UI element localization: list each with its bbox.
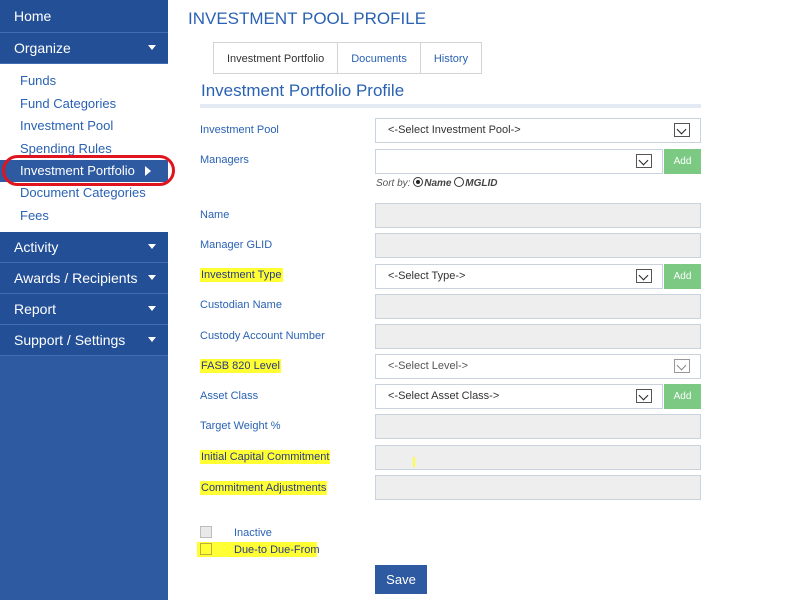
text-cursor-mark xyxy=(413,457,415,467)
commitment-adjustments-label: Commitment Adjustments xyxy=(200,481,328,495)
manager-glid-label: Manager GLID xyxy=(200,239,273,251)
save-button[interactable]: Save xyxy=(375,565,427,594)
sidebar-item-investment-pool[interactable]: Investment Pool xyxy=(0,115,168,138)
investment-pool-select[interactable]: <-Select Investment Pool-> xyxy=(375,118,701,143)
tab-bar: Investment Portfolio Documents History xyxy=(213,42,483,74)
add-manager-button[interactable]: Add xyxy=(664,149,701,174)
caret-down-icon xyxy=(148,244,156,249)
nav-awards-label: Awards / Recipients xyxy=(14,270,138,286)
nav-support[interactable]: Support / Settings xyxy=(0,325,168,356)
sidebar-item-funds[interactable]: Funds xyxy=(0,70,168,93)
sort-by-label: Sort by: xyxy=(376,178,411,189)
custodian-name-field[interactable] xyxy=(375,294,701,319)
sort-name-radio[interactable] xyxy=(413,177,424,187)
initial-capital-commitment-field[interactable] xyxy=(375,445,701,470)
sidebar-item-fund-categories[interactable]: Fund Categories xyxy=(0,93,168,116)
nav-activity[interactable]: Activity xyxy=(0,232,168,263)
investment-type-select[interactable]: <-Select Type-> xyxy=(375,264,663,289)
chevron-down-icon xyxy=(674,123,690,137)
section-title: Investment Portfolio Profile xyxy=(201,81,405,100)
nav-organize[interactable]: Organize xyxy=(0,33,168,64)
section-divider xyxy=(200,104,701,108)
organize-submenu: Funds Fund Categories Investment Pool Sp… xyxy=(0,64,168,232)
due-to-due-from-checkbox[interactable] xyxy=(200,543,212,555)
sort-by: Sort by: Name MGLID xyxy=(376,177,498,189)
caret-right-icon xyxy=(145,166,151,176)
fasb-level-value: <-Select Level-> xyxy=(388,360,469,372)
sidebar-item-fees[interactable]: Fees xyxy=(0,205,168,228)
chevron-down-icon xyxy=(636,154,652,168)
custodian-name-label: Custodian Name xyxy=(200,299,282,311)
name-label: Name xyxy=(200,209,230,221)
inactive-label: Inactive xyxy=(234,527,272,539)
tab-documents[interactable]: Documents xyxy=(337,42,421,74)
custody-account-number-label: Custody Account Number xyxy=(200,330,325,342)
investment-type-label: Investment Type xyxy=(200,268,283,282)
nav-support-label: Support / Settings xyxy=(14,332,126,348)
nav-home-label: Home xyxy=(14,8,52,24)
manager-glid-field[interactable] xyxy=(375,233,701,258)
tab-history[interactable]: History xyxy=(419,42,483,74)
investment-type-value: <-Select Type-> xyxy=(388,270,466,282)
commitment-adjustments-field[interactable] xyxy=(375,475,701,500)
managers-select[interactable] xyxy=(375,149,663,174)
nav-report[interactable]: Report xyxy=(0,294,168,325)
name-field[interactable] xyxy=(375,203,701,228)
sidebar-item-label: Investment Portfolio xyxy=(20,163,135,178)
sort-mglid-label: MGLID xyxy=(465,178,498,189)
investment-pool-label: Investment Pool xyxy=(200,124,279,136)
due-to-due-from-label: Due-to Due-From xyxy=(234,544,320,556)
nav-organize-label: Organize xyxy=(14,40,71,56)
nav-awards[interactable]: Awards / Recipients xyxy=(0,263,168,294)
caret-down-icon xyxy=(148,306,156,311)
sidebar-item-investment-portfolio[interactable]: Investment Portfolio xyxy=(0,160,168,182)
caret-down-icon xyxy=(148,45,156,50)
investment-pool-value: <-Select Investment Pool-> xyxy=(388,124,521,136)
managers-label: Managers xyxy=(200,154,249,166)
chevron-down-icon xyxy=(636,269,652,283)
sidebar-item-spending-rules[interactable]: Spending Rules xyxy=(0,138,168,161)
fasb-level-select[interactable]: <-Select Level-> xyxy=(375,354,701,379)
asset-class-select[interactable]: <-Select Asset Class-> xyxy=(375,384,663,409)
caret-down-icon xyxy=(148,275,156,280)
nav-activity-label: Activity xyxy=(14,239,59,255)
chevron-down-icon xyxy=(636,389,652,403)
asset-class-label: Asset Class xyxy=(200,390,259,402)
sort-name-label: Name xyxy=(424,178,452,189)
add-investment-type-button[interactable]: Add xyxy=(664,264,701,289)
tab-investment-portfolio[interactable]: Investment Portfolio xyxy=(213,42,339,74)
add-asset-class-button[interactable]: Add xyxy=(664,384,701,409)
sidebar: Home Organize Funds Fund Categories Inve… xyxy=(0,0,168,600)
sidebar-item-document-categories[interactable]: Document Categories xyxy=(0,182,168,205)
chevron-down-icon xyxy=(674,359,690,373)
inactive-checkbox[interactable] xyxy=(200,526,212,538)
target-weight-label: Target Weight % xyxy=(200,420,281,432)
asset-class-value: <-Select Asset Class-> xyxy=(388,390,500,402)
sort-mglid-radio[interactable] xyxy=(454,177,465,187)
initial-capital-commitment-label: Initial Capital Commitment xyxy=(200,450,331,464)
fasb-level-label: FASB 820 Level xyxy=(200,359,281,373)
caret-down-icon xyxy=(148,337,156,342)
target-weight-field[interactable] xyxy=(375,414,701,439)
custody-account-number-field[interactable] xyxy=(375,324,701,349)
page-title: INVESTMENT POOL PROFILE xyxy=(188,9,427,28)
nav-home[interactable]: Home xyxy=(0,0,168,33)
nav-report-label: Report xyxy=(14,301,57,317)
